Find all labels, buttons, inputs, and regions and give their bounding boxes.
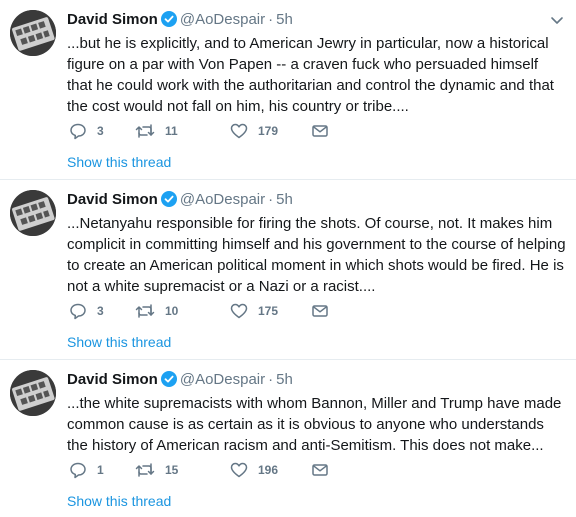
- direct-message-button[interactable]: [311, 122, 329, 140]
- retweet-button[interactable]: 11: [135, 122, 178, 140]
- tweet-actions: 1 15 196: [67, 461, 367, 481]
- direct-message-button[interactable]: [311, 461, 329, 479]
- retweet-button[interactable]: 15: [135, 461, 178, 479]
- envelope-icon: [311, 461, 329, 479]
- tweet-text: ...Netanyahu responsible for firing the …: [67, 215, 566, 295]
- avatar[interactable]: [10, 190, 56, 236]
- author-handle[interactable]: @AoDespair: [180, 191, 265, 208]
- tweet-header: David Simon @AoDespair · 5h: [67, 190, 293, 213]
- tweet[interactable]: David Simon @AoDespair · 5h ...Netanyahu re…: [0, 180, 576, 360]
- like-button[interactable]: 175: [230, 302, 278, 320]
- reply-icon: [69, 122, 87, 140]
- retweet-count: 15: [165, 463, 179, 477]
- timestamp[interactable]: 5h: [276, 191, 293, 208]
- retweet-button[interactable]: 10: [135, 302, 178, 320]
- reply-icon: [69, 302, 87, 320]
- like-count: 179: [258, 124, 279, 138]
- tweet-feed: David Simon @AoDespair · 5h ...but he is ex…: [0, 0, 576, 517]
- author-handle[interactable]: @AoDespair: [180, 11, 265, 28]
- show-thread-link[interactable]: Show this thread: [67, 154, 171, 170]
- avatar[interactable]: [10, 370, 56, 416]
- retweet-count: 10: [165, 304, 179, 318]
- like-button[interactable]: 179: [230, 122, 278, 140]
- tweet[interactable]: David Simon @AoDespair · 5h ...the white su…: [0, 360, 576, 517]
- heart-icon: [230, 122, 248, 140]
- like-button[interactable]: 196: [230, 461, 278, 479]
- direct-message-button[interactable]: [311, 302, 329, 320]
- author-handle[interactable]: @AoDespair: [180, 371, 265, 388]
- like-count: 196: [258, 463, 279, 477]
- show-thread-link[interactable]: Show this thread: [67, 334, 171, 350]
- tweet-actions: 3 11 179: [67, 122, 367, 142]
- timestamp[interactable]: 5h: [276, 11, 293, 28]
- verified-badge-icon: [160, 11, 177, 33]
- show-thread-link[interactable]: Show this thread: [67, 493, 171, 509]
- separator-dot: ·: [268, 11, 274, 28]
- tweet-actions: 3 10 175: [67, 302, 367, 322]
- tweet[interactable]: David Simon @AoDespair · 5h ...but he is ex…: [0, 0, 576, 180]
- reply-button[interactable]: 3: [69, 122, 104, 140]
- tweet-text: ...the white supremacists with whom Bann…: [67, 395, 562, 454]
- reply-icon: [69, 461, 87, 479]
- avatar[interactable]: [10, 10, 56, 56]
- verified-badge-icon: [160, 371, 177, 393]
- retweet-icon: [135, 122, 155, 140]
- tweet-header: David Simon @AoDespair · 5h: [67, 10, 293, 33]
- heart-icon: [230, 302, 248, 320]
- author-name[interactable]: David Simon: [67, 191, 158, 208]
- retweet-icon: [135, 302, 155, 320]
- timestamp[interactable]: 5h: [276, 371, 293, 388]
- heart-icon: [230, 461, 248, 479]
- reply-button[interactable]: 1: [69, 461, 104, 479]
- reply-button[interactable]: 3: [69, 302, 104, 320]
- separator-dot: ·: [268, 371, 274, 388]
- verified-badge-icon: [160, 191, 177, 213]
- retweet-count: 11: [165, 124, 178, 138]
- reply-count: 3: [97, 304, 104, 318]
- reply-count: 3: [97, 124, 104, 138]
- reply-count: 1: [97, 463, 104, 477]
- tweet-text: ...but he is explicitly, and to American…: [67, 35, 554, 115]
- envelope-icon: [311, 302, 329, 320]
- author-name[interactable]: David Simon: [67, 11, 158, 28]
- retweet-icon: [135, 461, 155, 479]
- chevron-down-icon[interactable]: [550, 14, 564, 26]
- tweet-header: David Simon @AoDespair · 5h: [67, 370, 293, 393]
- separator-dot: ·: [268, 191, 274, 208]
- like-count: 175: [258, 304, 279, 318]
- envelope-icon: [311, 122, 329, 140]
- author-name[interactable]: David Simon: [67, 371, 158, 388]
